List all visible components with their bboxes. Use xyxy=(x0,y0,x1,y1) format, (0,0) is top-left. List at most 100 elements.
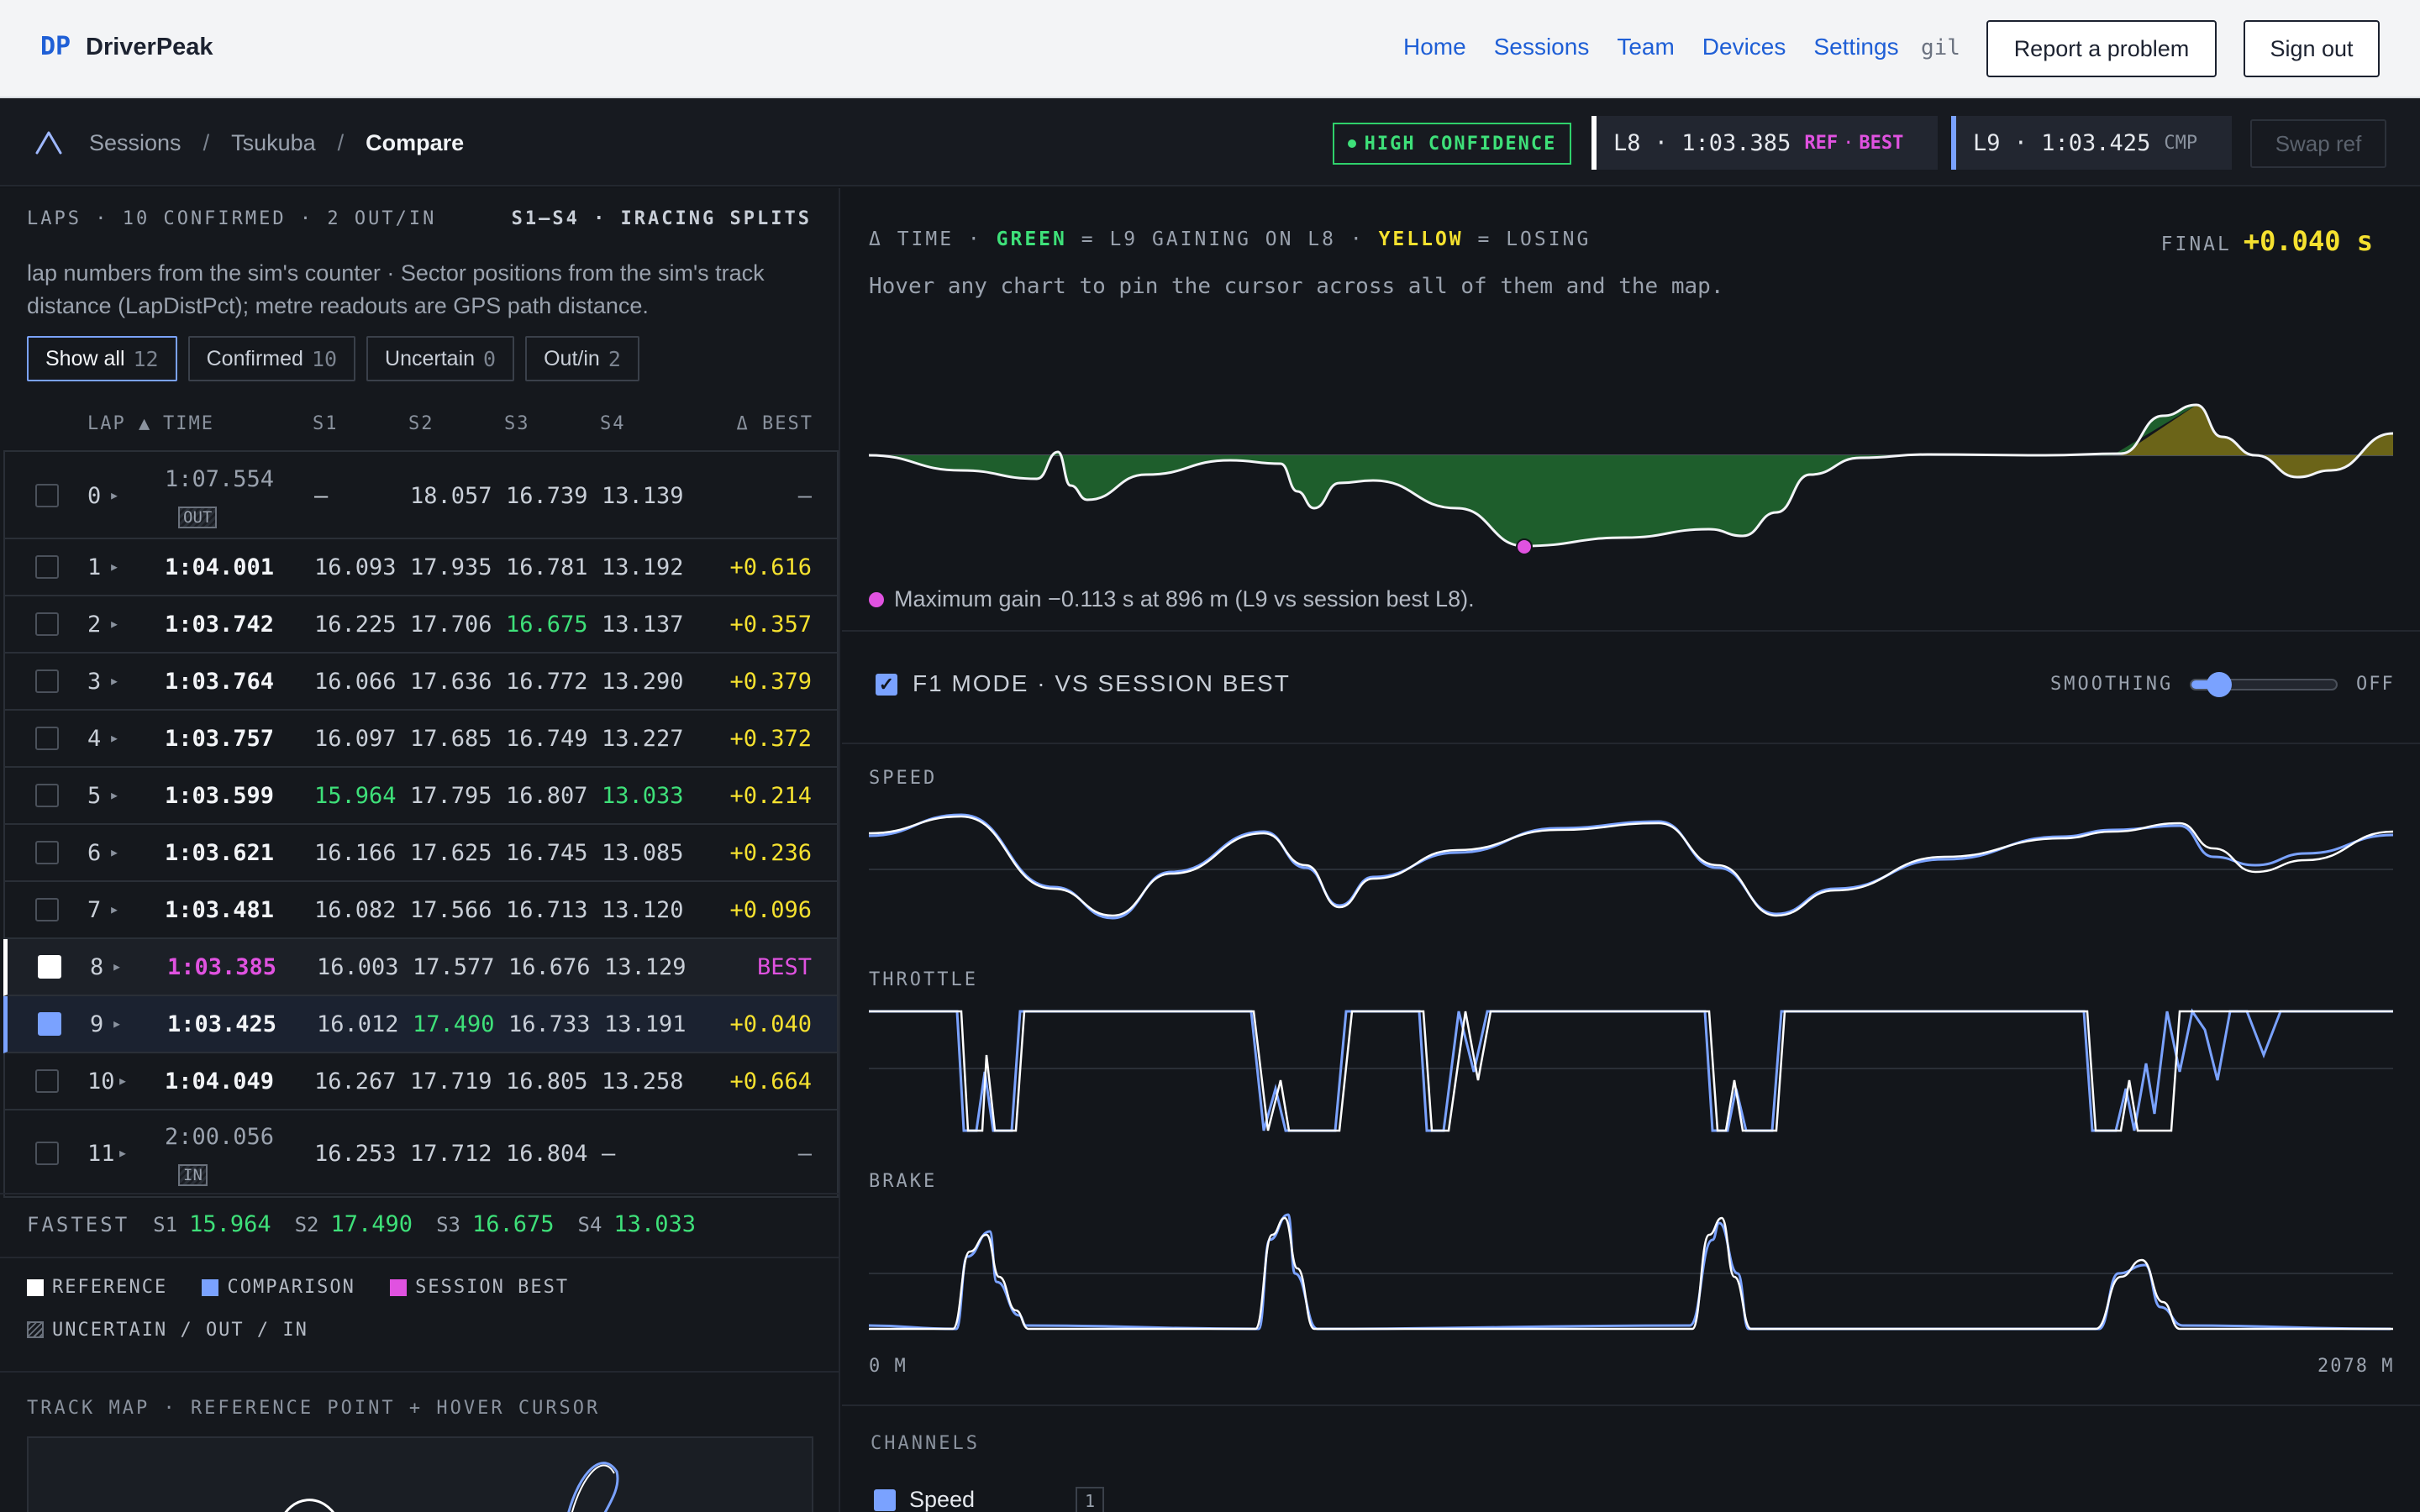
lap-row[interactable]: 10 ▸ 1:04.049 16.267 17.719 16.805 13.258 +0.66… xyxy=(3,1053,839,1110)
lap-number: 3 xyxy=(87,669,102,695)
lap-select-checkbox[interactable] xyxy=(35,841,59,864)
reference-lap-chip[interactable]: L8 · 1:03.385 REF · BEST xyxy=(1591,116,1938,170)
lap-row[interactable]: 1 ▸ 1:04.001 16.093 17.935 16.781 13.192 +0.616 xyxy=(3,539,839,596)
expand-caret-icon[interactable]: ▸ xyxy=(118,1070,128,1090)
nav-link-sessions[interactable]: Sessions xyxy=(1494,34,1590,60)
lap-row[interactable]: 0 ▸ 1:07.554 OUT — 18.057 16.739 13.139 — xyxy=(3,450,839,539)
sector-s2: 17.795 xyxy=(410,783,492,809)
sector-s1: 16.253 xyxy=(314,1141,397,1167)
nav-link-settings[interactable]: Settings xyxy=(1813,34,1898,60)
brand-logo[interactable]: DP xyxy=(40,32,71,61)
divider xyxy=(0,1257,839,1258)
col-s1[interactable]: S1 xyxy=(313,413,339,434)
lap-select-checkbox[interactable] xyxy=(35,484,59,507)
laps-description: lap numbers from the sim's counter · Sec… xyxy=(27,260,765,318)
lap-row[interactable]: 2 ▸ 1:03.742 16.225 17.706 16.675 13.137 +0.357 xyxy=(3,596,839,654)
comparison-tag: CMP xyxy=(2164,132,2198,154)
lap-row[interactable]: 5 ▸ 1:03.599 15.964 17.795 16.807 13.033 +0.214 xyxy=(3,768,839,825)
col-lap[interactable]: LAP ▲ xyxy=(87,413,151,434)
lap-row[interactable]: 9 ▸ 1:03.425 16.012 17.490 16.733 13.191 +0.040 xyxy=(3,996,839,1053)
expand-caret-icon[interactable]: ▸ xyxy=(112,1013,122,1033)
lap-time: 1:04.001 xyxy=(165,554,275,580)
sector-s4: 13.227 xyxy=(602,726,684,752)
lap-select-checkbox[interactable] xyxy=(35,784,59,807)
lap-select-checkbox[interactable] xyxy=(35,1069,59,1093)
lap-row[interactable]: 11 ▸ 2:00.056 IN 16.253 17.712 16.804 — — xyxy=(3,1110,839,1198)
lap-row[interactable]: 8 ▸ 1:03.385 16.003 17.577 16.676 13.129 BEST xyxy=(3,939,839,996)
sector-s3: 16.675 xyxy=(506,612,588,638)
expand-caret-icon[interactable]: ▸ xyxy=(109,727,119,748)
lap-select-checkbox[interactable] xyxy=(35,669,59,693)
expand-caret-icon[interactable]: ▸ xyxy=(118,1142,128,1163)
swap-ref-button[interactable]: Swap ref xyxy=(2250,119,2386,168)
lap-row[interactable]: 7 ▸ 1:03.481 16.082 17.566 16.713 13.120 +0.096 xyxy=(3,882,839,939)
nav-link-devices[interactable]: Devices xyxy=(1702,34,1786,60)
breadcrumb-track[interactable]: Tsukuba xyxy=(231,130,316,156)
top-nav: DP DriverPeak Home Sessions Team Devices… xyxy=(0,0,2420,98)
max-gain-marker[interactable] xyxy=(1516,538,1533,554)
lap-row[interactable]: 4 ▸ 1:03.757 16.097 17.685 16.749 13.227 +0.372 xyxy=(3,711,839,768)
delta-best: +0.214 xyxy=(729,783,812,809)
expand-caret-icon[interactable]: ▸ xyxy=(109,899,119,919)
col-s4[interactable]: S4 xyxy=(600,413,626,434)
filter-confirmed[interactable]: Confirmed 10 xyxy=(187,336,356,381)
lap-row[interactable]: 6 ▸ 1:03.621 16.166 17.625 16.745 13.085 +0.236 xyxy=(3,825,839,882)
brand-name[interactable]: DriverPeak xyxy=(86,34,213,61)
report-problem-button[interactable]: Report a problem xyxy=(1986,20,2217,77)
lap-row[interactable]: 3 ▸ 1:03.764 16.066 17.636 16.772 13.290 +0.379 xyxy=(3,654,839,711)
breadcrumb-separator: / xyxy=(337,129,345,155)
brake-chart[interactable] xyxy=(869,1201,2393,1344)
col-s3[interactable]: S3 xyxy=(504,413,530,434)
f1-mode-label[interactable]: F1 MODE · VS SESSION BEST xyxy=(913,670,1291,697)
expand-caret-icon[interactable]: ▸ xyxy=(109,842,119,862)
delta-time-chart[interactable] xyxy=(869,336,2393,554)
sector-s1: 16.225 xyxy=(314,612,397,638)
col-s2[interactable]: S2 xyxy=(408,413,434,434)
filter-label: Show all xyxy=(45,346,125,370)
lap-select-checkbox[interactable] xyxy=(35,612,59,636)
expand-caret-icon[interactable]: ▸ xyxy=(112,956,122,976)
col-delta-best[interactable]: Δ BEST xyxy=(737,413,813,434)
breadcrumb-sessions[interactable]: Sessions xyxy=(89,130,182,156)
fastest-s4: 13.033 xyxy=(613,1211,696,1237)
smoothing-slider-handle[interactable] xyxy=(2207,672,2232,697)
sector-s1: 16.093 xyxy=(314,554,397,580)
lap-type-tag: IN xyxy=(178,1164,208,1186)
track-map[interactable] xyxy=(27,1436,813,1512)
breadcrumb-separator: / xyxy=(203,129,210,155)
lap-time: 1:07.554 xyxy=(165,466,275,492)
lap-legend: REFERENCE COMPARISON SESSION BEST UNCERT… xyxy=(27,1277,591,1343)
filter-uncertain[interactable]: Uncertain 0 xyxy=(366,336,515,381)
lap-select-checkbox[interactable] xyxy=(35,898,59,921)
fastest-s1-label: S1 xyxy=(153,1213,178,1236)
lap-number: 9 xyxy=(90,1011,104,1037)
speed-chart[interactable] xyxy=(869,798,2393,941)
lap-select-checkbox[interactable] xyxy=(35,727,59,750)
throttle-chart[interactable] xyxy=(869,996,2393,1141)
confidence-label: HIGH CONFIDENCE xyxy=(1364,133,1557,155)
expand-caret-icon[interactable]: ▸ xyxy=(109,670,119,690)
f1-mode-checkbox[interactable]: ✓ xyxy=(876,674,897,696)
filter-show-all[interactable]: Show all 12 xyxy=(27,336,177,381)
sector-s2: 17.636 xyxy=(410,669,492,695)
col-time[interactable]: TIME xyxy=(163,413,214,434)
fastest-sectors: FASTEST S1 15.964 S2 17.490 S3 16.675 S4 13.… xyxy=(27,1211,696,1237)
lap-select-checkbox[interactable] xyxy=(38,1012,61,1036)
channel-item-speed[interactable]: Speed xyxy=(874,1487,975,1512)
reference-lap-label: L8 · 1:03.385 xyxy=(1613,129,1791,156)
expand-caret-icon[interactable]: ▸ xyxy=(109,613,119,633)
peak-logo-icon[interactable] xyxy=(34,128,64,158)
expand-caret-icon[interactable]: ▸ xyxy=(109,485,119,505)
lap-select-checkbox[interactable] xyxy=(38,955,61,979)
filter-out-in[interactable]: Out/in 2 xyxy=(525,336,639,381)
expand-caret-icon[interactable]: ▸ xyxy=(109,785,119,805)
delta-best: +0.379 xyxy=(729,669,812,695)
lap-select-checkbox[interactable] xyxy=(35,1142,59,1165)
expand-caret-icon[interactable]: ▸ xyxy=(109,556,119,576)
max-gain-note: Maximum gain −0.113 s at 896 m (L9 vs se… xyxy=(869,586,1475,612)
lap-select-checkbox[interactable] xyxy=(35,555,59,579)
nav-link-team[interactable]: Team xyxy=(1617,34,1674,60)
comparison-lap-chip[interactable]: L9 · 1:03.425 CMP xyxy=(1951,116,2232,170)
sign-out-button[interactable]: Sign out xyxy=(2244,20,2380,77)
nav-link-home[interactable]: Home xyxy=(1403,34,1466,60)
